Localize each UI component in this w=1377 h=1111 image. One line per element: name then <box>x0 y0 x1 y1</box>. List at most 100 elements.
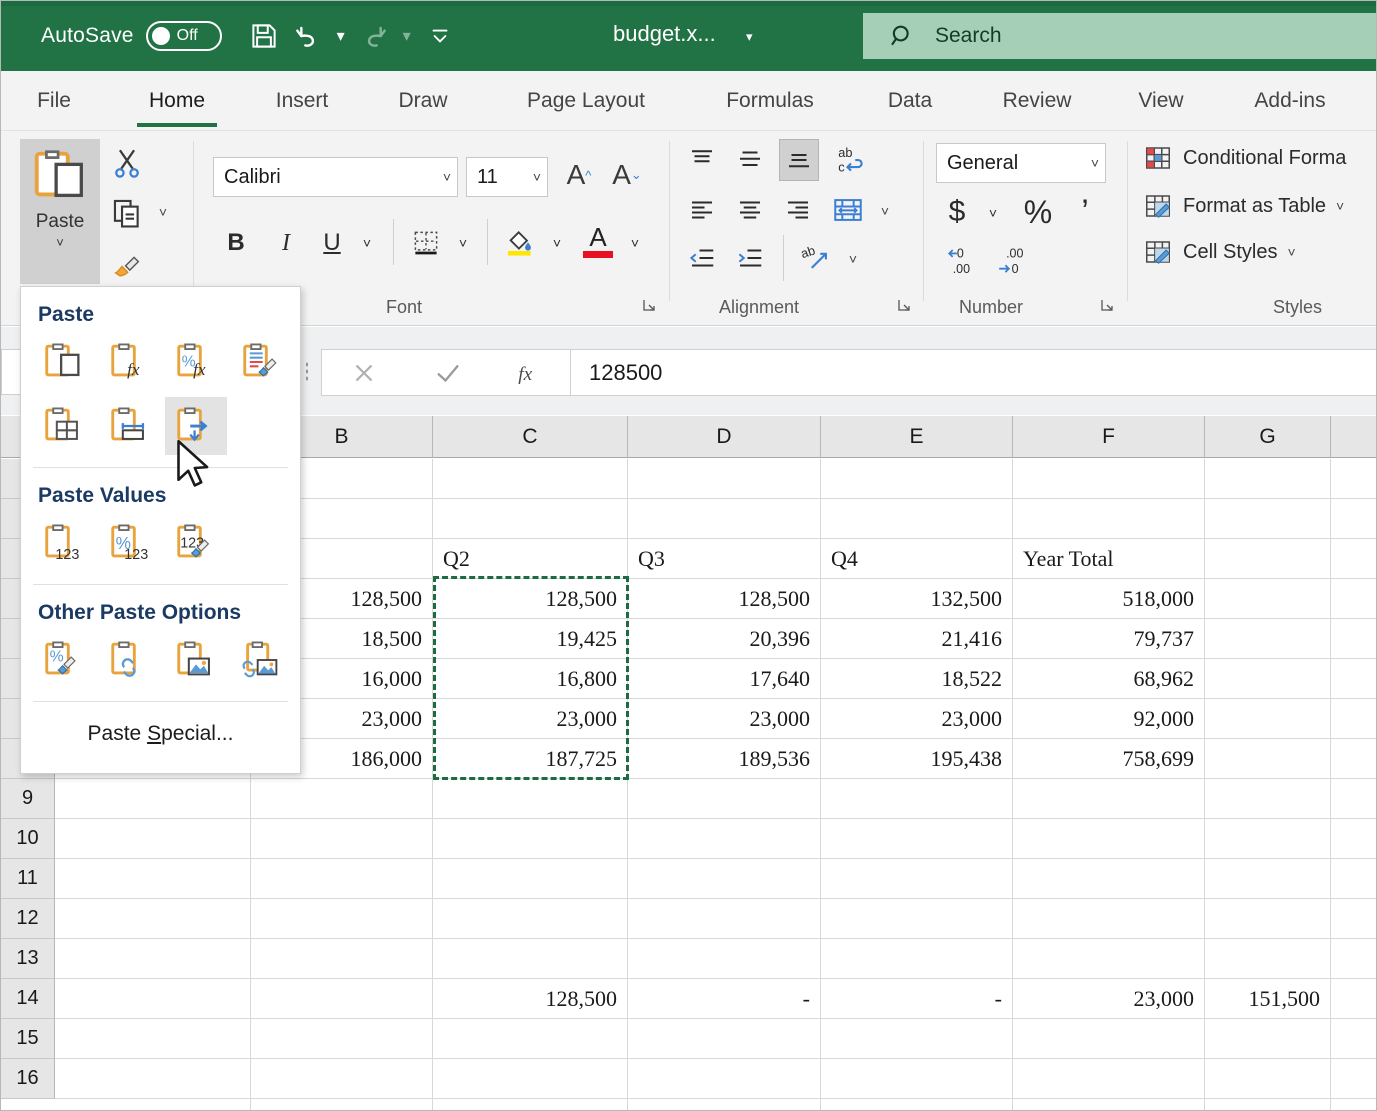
grid-cell[interactable] <box>433 779 628 819</box>
number-dialog-launcher[interactable] <box>1099 297 1115 313</box>
cell-D[interactable]: 128,500 <box>628 579 821 619</box>
grid-cell[interactable] <box>821 939 1013 979</box>
grid-cell[interactable] <box>821 459 1013 499</box>
copy-dropdown-caret[interactable]: ˅ <box>151 197 175 227</box>
chevron-down-icon[interactable]: ˅ <box>443 169 451 185</box>
grid-cell[interactable] <box>821 819 1013 859</box>
cell-E[interactable]: Q4 <box>821 539 1013 579</box>
tab-view[interactable]: View <box>1131 71 1191 131</box>
font-dialog-launcher[interactable] <box>641 297 657 313</box>
grid-cell[interactable] <box>1013 1059 1205 1099</box>
grid-cell[interactable] <box>1331 899 1376 939</box>
grid-cell[interactable] <box>1205 579 1331 619</box>
grid-cell[interactable] <box>1205 1059 1331 1099</box>
cell-E[interactable]: 23,000 <box>821 699 1013 739</box>
grid-cell[interactable] <box>1331 859 1376 899</box>
save-icon[interactable] <box>244 14 284 58</box>
paste-picture-icon[interactable] <box>165 631 227 689</box>
font-name-combo[interactable]: Calibri ˅ <box>213 157 458 197</box>
grid-cell[interactable] <box>1205 739 1331 779</box>
align-top-icon[interactable] <box>683 141 721 179</box>
grid-cell[interactable] <box>628 899 821 939</box>
tab-home[interactable]: Home <box>137 71 217 131</box>
grow-font-icon[interactable]: A ^ <box>561 154 597 196</box>
cell-F[interactable]: Year Total <box>1013 539 1205 579</box>
grid-cell[interactable] <box>55 819 251 859</box>
format-painter-icon[interactable] <box>105 241 149 285</box>
grid-cell[interactable] <box>55 1099 251 1110</box>
column-header[interactable] <box>1331 416 1376 458</box>
grid-cell[interactable] <box>433 459 628 499</box>
paste-button[interactable]: Paste ˅ <box>20 139 100 284</box>
cell-C[interactable]: 23,000 <box>433 699 628 739</box>
alignment-dialog-launcher[interactable] <box>896 297 912 313</box>
cell-C[interactable]: 19,425 <box>433 619 628 659</box>
grid-cell[interactable] <box>1331 779 1376 819</box>
font-color-dropdown-caret[interactable]: ˅ <box>623 229 647 257</box>
grid-cell[interactable] <box>55 979 251 1019</box>
paste-values-icon[interactable]: 123 <box>33 514 95 572</box>
tab-add-ins[interactable]: Add-ins <box>1241 71 1339 131</box>
grid-cell[interactable] <box>1205 659 1331 699</box>
cell-D[interactable]: 189,536 <box>628 739 821 779</box>
borders-dropdown-caret[interactable]: ˅ <box>451 229 475 257</box>
align-center-icon[interactable] <box>731 191 769 229</box>
grid-cell[interactable] <box>1331 619 1376 659</box>
font-color-icon[interactable]: A <box>579 217 617 265</box>
grid-cell[interactable] <box>821 1019 1013 1059</box>
align-left-icon[interactable] <box>683 191 721 229</box>
tab-formulas[interactable]: Formulas <box>713 71 827 131</box>
grid-cell[interactable] <box>1331 739 1376 779</box>
grid-cell[interactable] <box>1331 1059 1376 1099</box>
paste-values-source-formatting-icon[interactable]: 123 <box>165 514 227 572</box>
grid-cell[interactable] <box>1205 819 1331 859</box>
paste-keep-source-column-widths-icon[interactable] <box>99 397 161 455</box>
merge-dropdown-caret[interactable]: ˅ <box>873 197 897 225</box>
paste-dropdown-caret[interactable]: ˅ <box>56 235 64 250</box>
cell-C[interactable]: 187,725 <box>433 739 628 779</box>
name-box[interactable] <box>1 349 21 395</box>
cell-E[interactable]: 18,522 <box>821 659 1013 699</box>
grid-cell[interactable] <box>433 859 628 899</box>
grid-cell[interactable] <box>433 1099 628 1110</box>
grid-cell[interactable] <box>55 1019 251 1059</box>
cell-E[interactable]: - <box>821 979 1013 1019</box>
grid-cell[interactable] <box>1205 1099 1331 1110</box>
decrease-indent-icon[interactable] <box>683 239 721 277</box>
format-as-table-button[interactable]: Format as Table ˅ <box>1143 191 1344 221</box>
grid-cell[interactable] <box>628 859 821 899</box>
paste-special-menu-item[interactable]: Paste Special... <box>21 722 300 746</box>
row-header-14[interactable]: 14 <box>1 979 55 1019</box>
grid-cell[interactable] <box>1331 979 1376 1019</box>
cell-D[interactable]: 17,640 <box>628 659 821 699</box>
cell-C[interactable]: Q2 <box>433 539 628 579</box>
row-header-15[interactable]: 15 <box>1 1019 55 1059</box>
column-header-G[interactable]: G <box>1205 416 1331 458</box>
paste-keep-source-formatting-icon[interactable] <box>231 333 293 391</box>
borders-icon[interactable] <box>407 223 445 263</box>
orientation-dropdown-caret[interactable]: ˅ <box>841 245 865 273</box>
grid-cell[interactable] <box>251 1059 433 1099</box>
row-header-16[interactable]: 16 <box>1 1059 55 1099</box>
underline-dropdown-caret[interactable]: ˅ <box>355 229 379 257</box>
accounting-number-format-icon[interactable]: $ <box>939 191 975 233</box>
wrap-text-icon[interactable]: ab c <box>829 139 873 181</box>
accounting-dropdown-caret[interactable]: ˅ <box>981 199 1005 227</box>
grid-cell[interactable] <box>433 499 628 539</box>
grid-cell[interactable] <box>55 859 251 899</box>
redo-icon[interactable] <box>354 14 394 58</box>
italic-button[interactable]: I <box>269 223 303 263</box>
grid-cell[interactable] <box>433 939 628 979</box>
grid-cell[interactable] <box>1205 899 1331 939</box>
cell-E[interactable]: 132,500 <box>821 579 1013 619</box>
grid-cell[interactable] <box>1013 779 1205 819</box>
redo-dropdown-caret[interactable]: ▾ <box>398 14 416 58</box>
grid-cell[interactable] <box>821 779 1013 819</box>
grid-cell[interactable] <box>821 1099 1013 1110</box>
cell-F[interactable]: 758,699 <box>1013 739 1205 779</box>
grid-cell[interactable] <box>821 899 1013 939</box>
grid-cell[interactable] <box>251 859 433 899</box>
grid-cell[interactable] <box>1205 459 1331 499</box>
customize-quick-access-icon[interactable] <box>420 14 460 58</box>
cell-F[interactable]: 23,000 <box>1013 979 1205 1019</box>
